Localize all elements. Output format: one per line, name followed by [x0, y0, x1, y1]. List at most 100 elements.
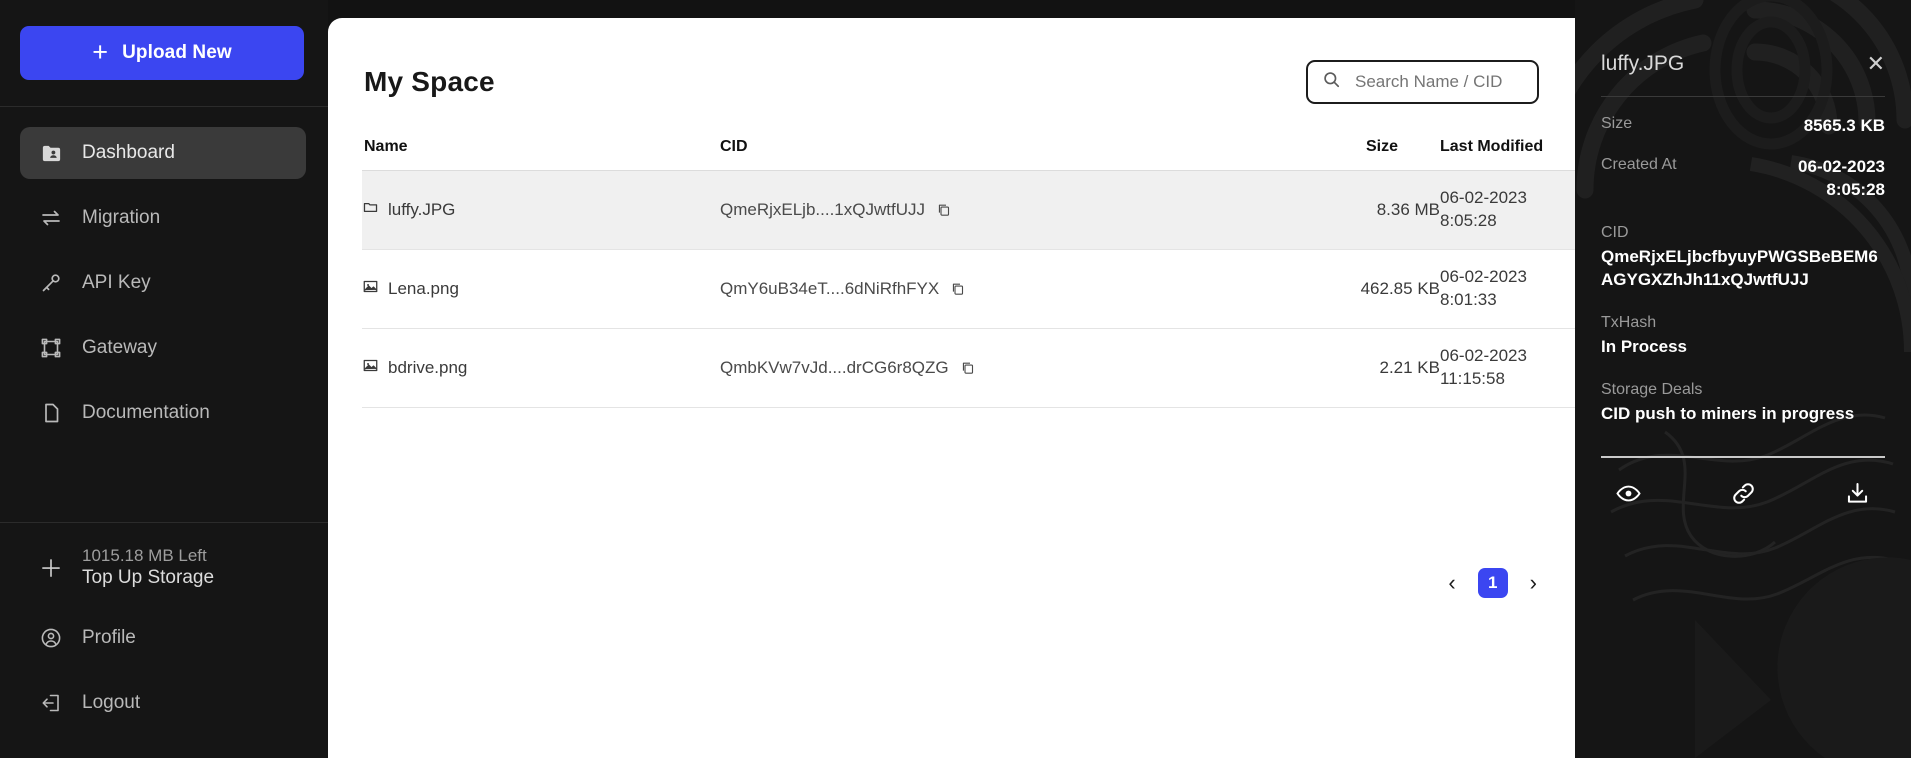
detail-created-value: 06-02-2023 8:05:28 [1798, 156, 1885, 202]
column-header-size[interactable]: Size [1280, 138, 1440, 171]
top-up-storage-button[interactable]: 1015.18 MB Left Top Up Storage [20, 541, 306, 594]
image-icon [362, 278, 379, 300]
storage-text: 1015.18 MB Left Top Up Storage [82, 545, 214, 590]
sidebar-bottom-group: 1015.18 MB Left Top Up Storage Profile L… [0, 523, 328, 758]
sidebar-item-label: Logout [82, 692, 141, 713]
modified-time: 11:15:58 [1440, 368, 1505, 388]
cell-last-modified: 06-02-2023 8:05:28 [1440, 170, 1575, 250]
pagination-prev-button[interactable]: ‹ [1448, 572, 1455, 594]
pagination-next-button[interactable]: › [1530, 572, 1537, 594]
cid-value: QmbKVw7vJd....drCG6r8QZG [720, 357, 949, 377]
cell-cid: QmY6uB34eT....6dNiRfhFYX [720, 249, 1280, 329]
detail-divider [1601, 96, 1885, 97]
sidebar-item-label: Migration [82, 207, 161, 228]
sidebar-item-profile[interactable]: Profile [20, 612, 306, 664]
search-input[interactable] [1355, 72, 1523, 92]
eye-icon[interactable] [1615, 480, 1642, 507]
copy-icon[interactable] [960, 360, 975, 375]
folder-user-icon [38, 140, 64, 166]
detail-file-title: luffy.JPG [1601, 52, 1685, 75]
image-icon [362, 357, 379, 379]
frame-nodes-icon [38, 335, 64, 361]
file-name: bdrive.png [388, 357, 468, 377]
sidebar-item-label: Documentation [82, 402, 210, 423]
main-content: My Space Name CID Size Last Modified [328, 18, 1575, 758]
column-header-cid[interactable]: CID [720, 138, 1280, 171]
detail-created-label: Created At [1601, 155, 1677, 173]
cell-size: 462.85 KB [1280, 249, 1440, 329]
detail-size-label: Size [1601, 115, 1633, 132]
table-header-row: Name CID Size Last Modified [362, 138, 1575, 171]
detail-storage-deals-block: Storage Deals CID push to miners in prog… [1601, 381, 1885, 426]
detail-cid-value[interactable]: QmeRjxELjbcfbyuyPWGSBeBEM6AGYGXZhJh11xQJ… [1601, 246, 1885, 292]
storage-left-label: 1015.18 MB Left [82, 546, 207, 565]
cell-cid: QmbKVw7vJd....drCG6r8QZG [720, 328, 1280, 408]
copy-icon[interactable] [936, 202, 951, 217]
plus-icon [38, 555, 64, 581]
sidebar-item-migration[interactable]: Migration [20, 192, 306, 244]
folder-icon [362, 199, 379, 221]
upload-new-button[interactable]: + Upload New [20, 26, 304, 80]
column-header-last-modified[interactable]: Last Modified [1440, 138, 1575, 171]
copy-icon[interactable] [950, 281, 965, 296]
table-row[interactable]: luffy.JPG QmeRjxELjb....1xQJwtfUJJ 8.36 … [362, 170, 1575, 250]
files-table: Name CID Size Last Modified luffy.JPG Qm… [362, 138, 1575, 408]
cell-size: 8.36 MB [1280, 170, 1440, 250]
close-icon[interactable]: ✕ [1867, 53, 1885, 75]
download-icon[interactable] [1844, 480, 1871, 507]
sidebar-item-api-key[interactable]: API Key [20, 257, 306, 309]
detail-created-time: 8:05:28 [1826, 179, 1885, 199]
detail-cid-label: CID [1601, 223, 1629, 241]
detail-header: luffy.JPG ✕ [1601, 52, 1885, 76]
cell-last-modified: 06-02-2023 8:01:33 [1440, 249, 1575, 329]
pagination: ‹ 1 › [1448, 568, 1537, 598]
plus-icon: + [92, 36, 109, 67]
link-icon[interactable] [1730, 480, 1757, 507]
app-root: + Upload New Dashboard Migration API Key… [0, 0, 1911, 758]
cell-name: Lena.png [362, 249, 720, 329]
detail-storage-deals-label: Storage Deals [1601, 380, 1703, 398]
sidebar-item-label: Gateway [82, 337, 157, 358]
column-header-name[interactable]: Name [362, 138, 720, 171]
detail-actions [1601, 458, 1885, 507]
key-icon [38, 270, 64, 296]
modified-time: 8:01:33 [1440, 289, 1497, 309]
files-table-body: luffy.JPG QmeRjxELjb....1xQJwtfUJJ 8.36 … [362, 170, 1575, 408]
modified-time: 8:05:28 [1440, 210, 1497, 230]
cid-value: QmeRjxELjb....1xQJwtfUJJ [720, 199, 925, 219]
pagination-page-1[interactable]: 1 [1477, 568, 1508, 598]
main-header: My Space [362, 18, 1541, 104]
file-detail-panel: luffy.JPG ✕ Size 8565.3 KB Created At 06… [1575, 0, 1911, 758]
cell-name: luffy.JPG [362, 170, 720, 250]
detail-size-row: Size 8565.3 KB [1601, 115, 1885, 138]
sidebar-nav: Dashboard Migration API Key Gateway Docu… [0, 107, 328, 452]
logout-icon [38, 690, 64, 716]
cell-size: 2.21 KB [1280, 328, 1440, 408]
cell-last-modified: 06-02-2023 11:15:58 [1440, 328, 1575, 408]
document-icon [38, 400, 64, 426]
detail-txhash-value: In Process [1601, 336, 1687, 356]
detail-txhash-label: TxHash [1601, 313, 1657, 331]
user-circle-icon [38, 625, 64, 651]
sidebar-item-label: Dashboard [82, 142, 175, 163]
file-name: Lena.png [388, 278, 459, 298]
sidebar-item-label: API Key [82, 272, 151, 293]
cell-cid: QmeRjxELjb....1xQJwtfUJJ [720, 170, 1280, 250]
detail-storage-deals-value: CID push to miners in progress [1601, 403, 1855, 423]
upload-new-label: Upload New [122, 42, 232, 63]
table-row[interactable]: Lena.png QmY6uB34eT....6dNiRfhFYX 462.85… [362, 249, 1575, 329]
search-icon [1322, 70, 1341, 94]
file-name: luffy.JPG [388, 199, 456, 219]
sidebar-item-logout[interactable]: Logout [20, 677, 306, 729]
page-title: My Space [364, 66, 495, 97]
modified-date: 06-02-2023 [1440, 266, 1527, 286]
search-box[interactable] [1306, 60, 1539, 104]
sidebar-item-dashboard[interactable]: Dashboard [20, 127, 306, 179]
sidebar-item-documentation[interactable]: Documentation [20, 387, 306, 439]
sidebar-item-label: Profile [82, 627, 136, 648]
detail-size-value: 8565.3 KB [1803, 116, 1885, 135]
modified-date: 06-02-2023 [1440, 188, 1527, 207]
table-row[interactable]: bdrive.png QmbKVw7vJd....drCG6r8QZG 2.21… [362, 328, 1575, 408]
sidebar-item-gateway[interactable]: Gateway [20, 322, 306, 374]
cell-name: bdrive.png [362, 328, 720, 408]
